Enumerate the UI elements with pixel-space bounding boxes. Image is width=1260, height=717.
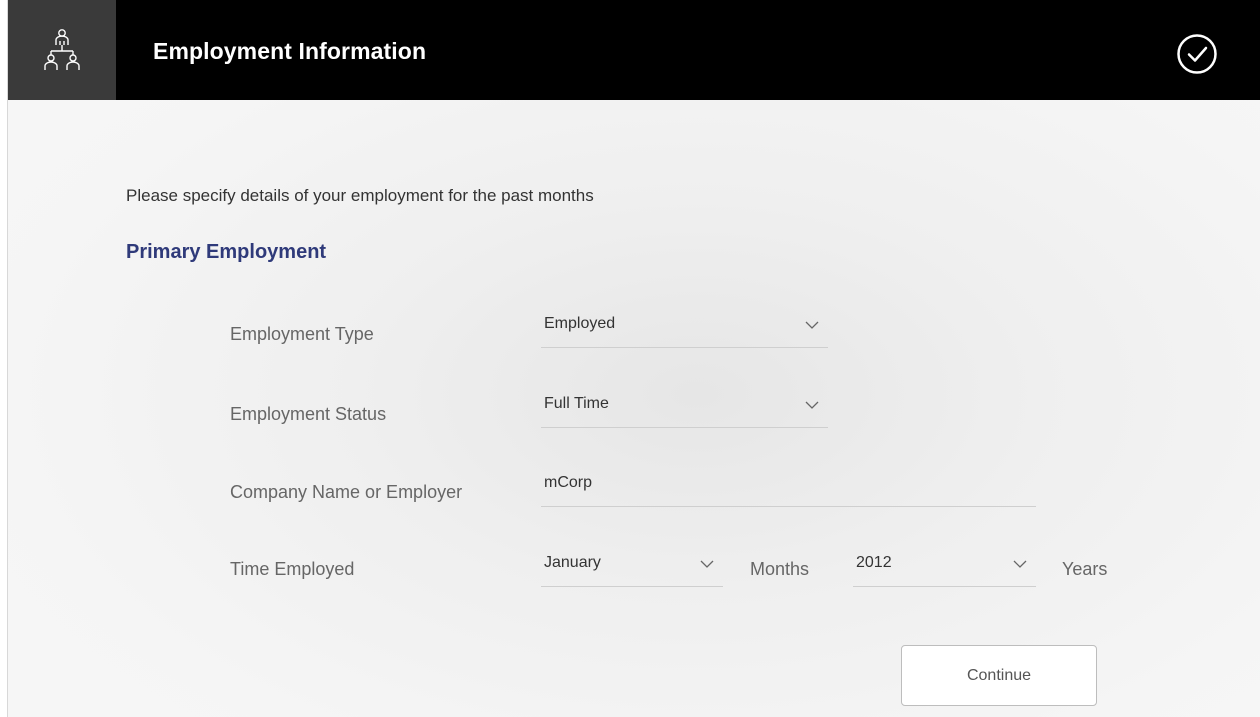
month-value: January xyxy=(544,554,601,571)
check-circle-icon[interactable] xyxy=(1176,33,1218,75)
years-unit-label: Years xyxy=(1062,559,1108,579)
employment-status-value: Full Time xyxy=(544,395,609,412)
chevron-down-icon xyxy=(700,560,714,568)
company-input[interactable]: mCorp xyxy=(541,474,1036,507)
header-icon-box xyxy=(8,0,116,100)
company-value: mCorp xyxy=(544,474,593,491)
chevron-down-icon xyxy=(805,321,819,329)
employment-type-value: Employed xyxy=(544,315,616,332)
year-select[interactable]: 2012 xyxy=(853,554,1036,587)
continue-button[interactable]: Continue xyxy=(901,645,1097,706)
intro-text: Please specify details of your employmen… xyxy=(126,186,594,205)
page-header: Employment Information xyxy=(8,0,1260,100)
chevron-down-icon xyxy=(1013,560,1027,568)
app-frame: Employment Information Please specify de… xyxy=(7,0,1260,717)
year-value: 2012 xyxy=(856,554,892,571)
chevron-down-icon xyxy=(805,401,819,409)
employment-status-label: Employment Status xyxy=(230,404,387,424)
employment-type-label: Employment Type xyxy=(230,324,374,344)
month-select[interactable]: January xyxy=(541,554,723,587)
people-hierarchy-icon xyxy=(44,29,80,70)
employment-type-select[interactable]: Employed xyxy=(541,315,828,348)
section-title-primary-employment: Primary Employment xyxy=(126,241,327,263)
months-unit-label: Months xyxy=(750,559,810,579)
page-title: Employment Information xyxy=(153,38,427,64)
employment-status-select[interactable]: Full Time xyxy=(541,395,828,428)
time-employed-label: Time Employed xyxy=(230,559,355,579)
company-label: Company Name or Employer xyxy=(230,482,463,502)
